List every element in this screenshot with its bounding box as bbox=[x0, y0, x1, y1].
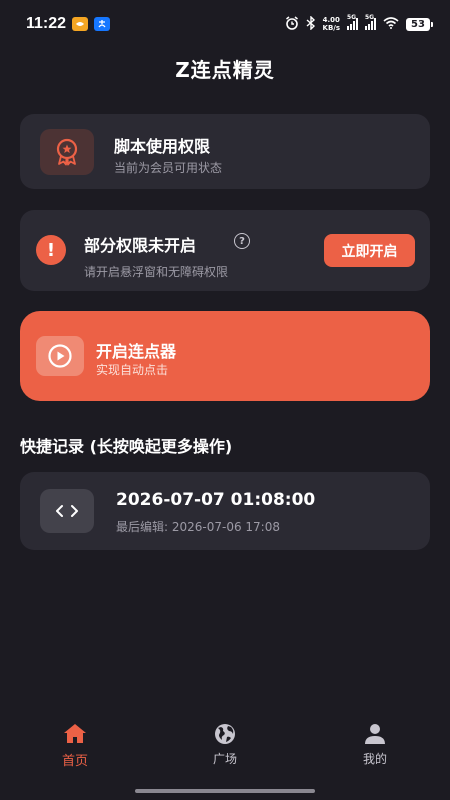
play-icon-box bbox=[36, 336, 84, 376]
start-clicker-subtitle: 实现自动点击 bbox=[96, 363, 169, 377]
permission-warning-card: ! 部分权限未开启 ? 请开启悬浮窗和无障碍权限 立即开启 bbox=[20, 210, 430, 291]
signal-strength-icon-2: 5G bbox=[365, 14, 376, 30]
notification-app-icon bbox=[72, 17, 89, 31]
signal-1-label: 5G bbox=[347, 14, 357, 21]
quick-records-heading: 快捷记录 (长按唤起更多操作) bbox=[20, 437, 233, 456]
home-indicator-bar[interactable] bbox=[135, 789, 315, 793]
globe-icon bbox=[215, 724, 235, 744]
record-name: 2026-07-07 01:08:00 bbox=[116, 490, 316, 510]
play-circle-icon bbox=[48, 344, 72, 368]
start-clicker-card[interactable]: 开启连点器 实现自动点击 bbox=[20, 311, 430, 401]
start-clicker-title: 开启连点器 bbox=[96, 342, 177, 361]
signal-strength-icon-1: 5G bbox=[347, 14, 358, 30]
enable-now-button[interactable]: 立即开启 bbox=[324, 234, 415, 267]
warning-card-subtitle: 请开启悬浮窗和无障碍权限 bbox=[84, 265, 229, 279]
tab-mine-label: 我的 bbox=[362, 752, 387, 766]
bottom-tab-bar: 首页 广场 我的 bbox=[0, 722, 450, 782]
status-right: 4.00 KB/s 5G 5G 53 bbox=[285, 14, 433, 33]
script-permission-card[interactable]: 脚本使用权限 当前为会员可用状态 bbox=[20, 114, 430, 189]
permission-card-subtitle: 当前为会员可用状态 bbox=[114, 161, 223, 175]
code-brackets-icon bbox=[56, 505, 78, 517]
list-item[interactable]: 2026-07-07 01:08:00 最后编辑: 2026-07-06 17:… bbox=[20, 472, 430, 550]
network-speed: 4.00 KB/s bbox=[323, 16, 340, 32]
battery-icon: 53 bbox=[406, 17, 433, 31]
wifi-icon bbox=[383, 16, 399, 32]
status-time: 11:22 bbox=[26, 15, 67, 32]
home-icon bbox=[64, 724, 86, 743]
person-icon bbox=[365, 724, 385, 744]
status-bar: 11:22 4.00 KB/s 5G 5G 53 bbox=[0, 0, 450, 48]
page-title: Z连点精灵 bbox=[175, 58, 275, 82]
alarm-icon bbox=[285, 15, 299, 33]
permission-card-title: 脚本使用权限 bbox=[114, 137, 211, 156]
code-icon-box bbox=[40, 489, 94, 533]
tab-square[interactable]: 广场 bbox=[165, 722, 285, 767]
tab-square-label: 广场 bbox=[212, 752, 237, 766]
record-last-edit: 最后编辑: 2026-07-06 17:08 bbox=[116, 520, 280, 534]
alipay-notification-icon bbox=[94, 17, 111, 31]
battery-level: 53 bbox=[411, 18, 425, 30]
warning-card-title: 部分权限未开启 bbox=[84, 236, 197, 255]
status-left: 11:22 bbox=[26, 15, 111, 33]
warning-exclamation-icon: ! bbox=[36, 235, 66, 265]
signal-2-label: 5G bbox=[365, 14, 375, 21]
net-speed-unit: KB/s bbox=[322, 24, 340, 32]
tab-home[interactable]: 首页 bbox=[15, 722, 135, 769]
badge-icon-box bbox=[40, 129, 94, 175]
tab-mine[interactable]: 我的 bbox=[315, 722, 435, 767]
tab-home-label: 首页 bbox=[61, 754, 88, 769]
bluetooth-icon bbox=[306, 14, 316, 33]
net-speed-value: 4.00 bbox=[322, 16, 340, 24]
medal-icon bbox=[56, 138, 78, 166]
help-question-icon[interactable]: ? bbox=[234, 233, 250, 249]
